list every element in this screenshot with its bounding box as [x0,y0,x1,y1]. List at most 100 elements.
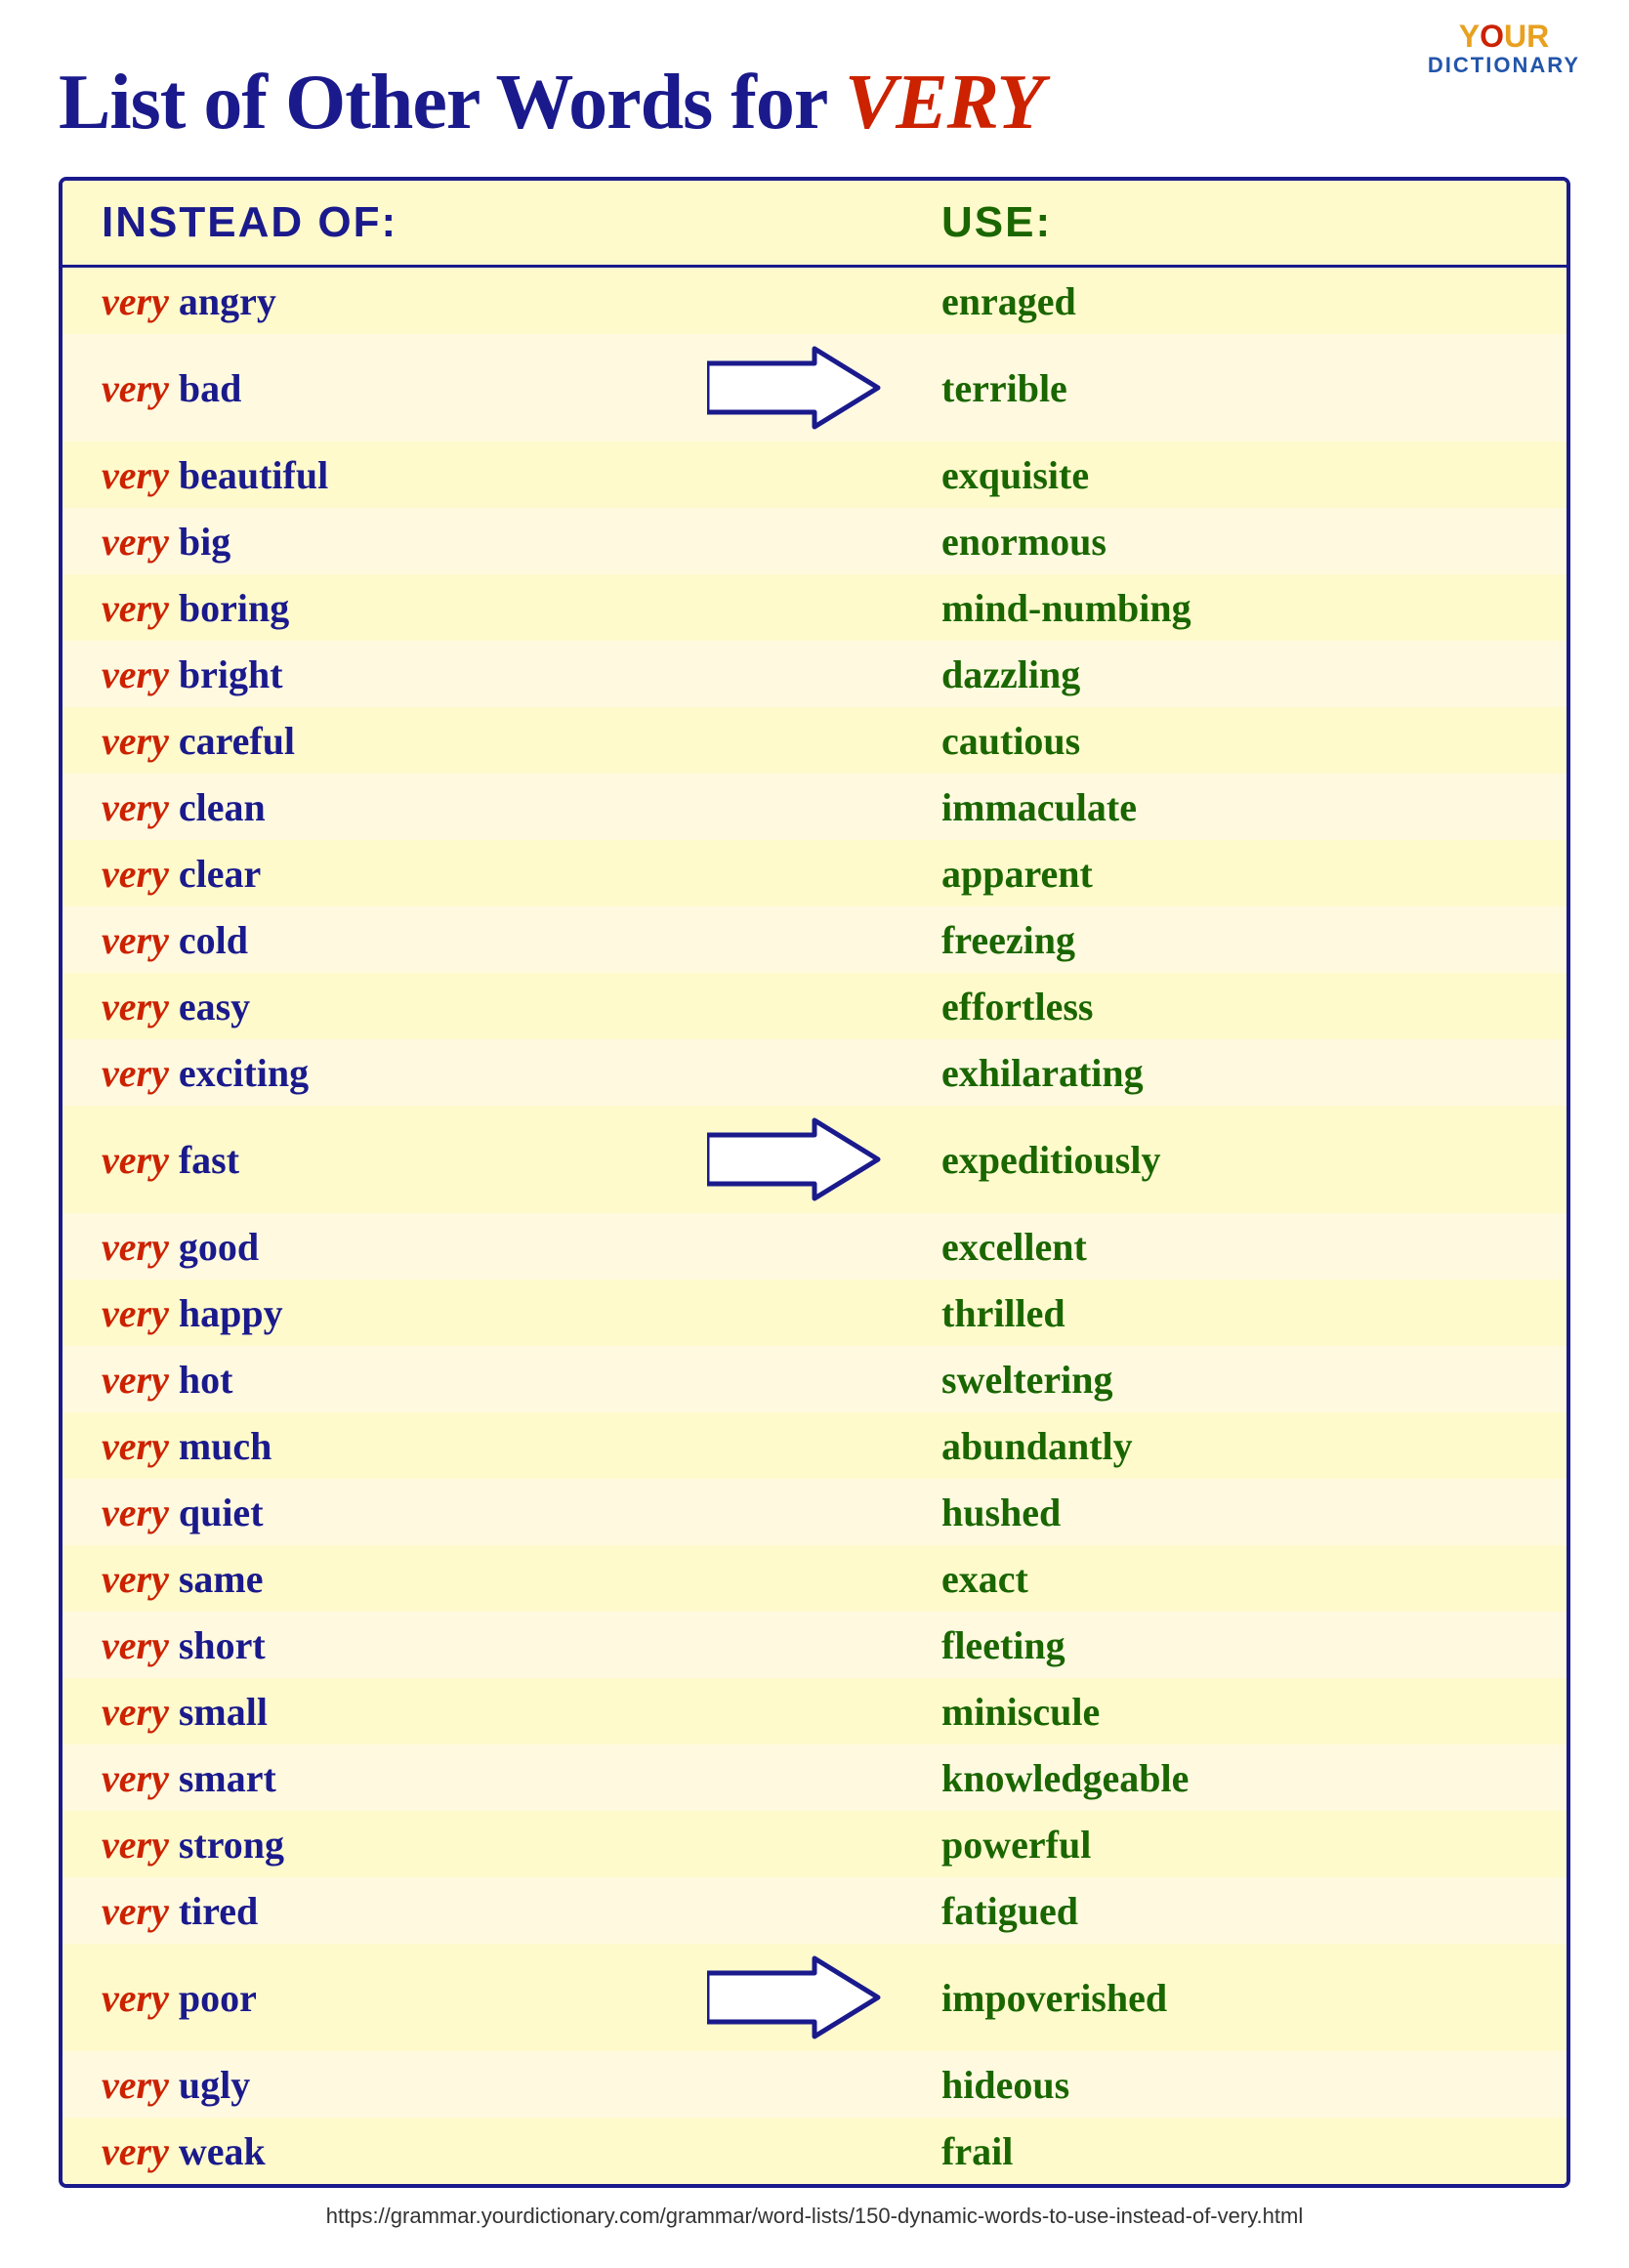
phrase-cell: very beautiful [102,452,688,498]
phrase-cell: very small [102,1689,688,1735]
phrase-cell: very good [102,1224,688,1270]
arrow-cell [688,1115,902,1203]
table-row: very strong powerful [63,1811,1566,1877]
word-text: happy [179,1291,283,1335]
table-row: very weak frail [63,2118,1566,2184]
word-text: poor [179,1976,257,2020]
very-label: very [102,852,169,896]
word-table: INSTEAD OF: USE: very angry enraged very b… [59,177,1570,2188]
replacement-cell: frail [902,2128,1527,2174]
replacement-cell: knowledgeable [902,1755,1527,1801]
replacement-cell: abundantly [902,1423,1527,1469]
header-use: USE: [902,198,1527,247]
replacement-cell: terrible [902,365,1527,411]
word-text: smart [179,1756,276,1800]
very-label: very [102,1823,169,1867]
very-label: very [102,1690,169,1734]
word-text: quiet [179,1491,264,1534]
header-instead: INSTEAD OF: [102,198,688,247]
replacement-cell: mind-numbing [902,585,1527,631]
replacement-cell: sweltering [902,1357,1527,1403]
table-row: very tiredfatigued [63,1877,1566,1944]
table-row: very sameexact [63,1545,1566,1612]
table-row: very clean immaculate [63,774,1566,840]
replacement-cell: immaculate [902,784,1527,830]
very-label: very [102,2129,169,2173]
very-label: very [102,719,169,763]
word-text: short [179,1623,266,1667]
table-header: INSTEAD OF: USE: [63,181,1566,268]
replacement-cell: exhilarating [902,1050,1527,1096]
phrase-cell: very exciting [102,1050,688,1096]
replacement-cell: impoverished [902,1975,1527,2021]
word-text: clean [179,785,266,829]
word-text: small [179,1690,268,1734]
replacement-cell: enormous [902,519,1527,565]
very-label: very [102,652,169,696]
phrase-cell: very happy [102,1290,688,1336]
table-row: very big enormous [63,508,1566,574]
table-row: very beautifulexquisite [63,441,1566,508]
phrase-cell: very fast [102,1137,688,1183]
very-label: very [102,1623,169,1667]
arrow-cell [688,344,902,432]
phrase-cell: very boring [102,585,688,631]
table-row: very exciting exhilarating [63,1039,1566,1106]
word-text: good [179,1225,259,1269]
table-row: very clearapparent [63,840,1566,906]
very-label: very [102,1138,169,1182]
phrase-cell: very clean [102,784,688,830]
table-row: very uglyhideous [63,2051,1566,2118]
arrow-icon [707,344,883,432]
word-text: beautiful [179,453,328,497]
very-label: very [102,1291,169,1335]
table-row: very easy effortless [63,973,1566,1039]
very-label: very [102,1889,169,1933]
very-label: very [102,1051,169,1095]
very-label: very [102,586,169,630]
very-label: very [102,366,169,410]
rows-container: very angry enraged very bad terrible very b… [63,268,1566,2184]
very-label: very [102,1557,169,1601]
word-text: hot [179,1358,233,1402]
phrase-cell: very big [102,519,688,565]
word-text: strong [179,1823,284,1867]
phrase-cell: very easy [102,984,688,1029]
very-label: very [102,985,169,1029]
table-row: very hot sweltering [63,1346,1566,1412]
footer-url: https://grammar.yourdictionary.com/gramm… [59,2204,1570,2229]
phrase-cell: very careful [102,718,688,764]
phrase-cell: very hot [102,1357,688,1403]
word-text: angry [179,279,276,323]
very-label: very [102,1491,169,1534]
replacement-cell: hideous [902,2062,1527,2108]
phrase-cell: very angry [102,278,688,324]
arrow-icon [707,1953,883,2041]
replacement-cell: enraged [902,278,1527,324]
word-text: bright [179,652,283,696]
logo: YOUR DICTIONARY [1428,20,1580,77]
phrase-cell: very tired [102,1888,688,1934]
phrase-cell: very smart [102,1755,688,1801]
table-row: very fast expeditiously [63,1106,1566,1213]
logo-dictionary: DICTIONARY [1428,54,1580,77]
replacement-cell: exact [902,1556,1527,1602]
phrase-cell: very cold [102,917,688,963]
word-text: much [179,1424,272,1468]
very-label: very [102,918,169,962]
very-label: very [102,2063,169,2107]
page-title: List of Other Words for VERY [59,59,1570,147]
table-row: very poor impoverished [63,1944,1566,2051]
phrase-cell: very weak [102,2128,688,2174]
phrase-cell: very bad [102,365,688,411]
replacement-cell: powerful [902,1822,1527,1868]
table-row: very smallminiscule [63,1678,1566,1744]
very-label: very [102,1424,169,1468]
phrase-cell: very strong [102,1822,688,1868]
phrase-cell: very quiet [102,1490,688,1535]
replacement-cell: effortless [902,984,1527,1029]
word-text: tired [179,1889,258,1933]
table-row: very brightdazzling [63,641,1566,707]
replacement-cell: freezing [902,917,1527,963]
phrase-cell: very clear [102,851,688,897]
